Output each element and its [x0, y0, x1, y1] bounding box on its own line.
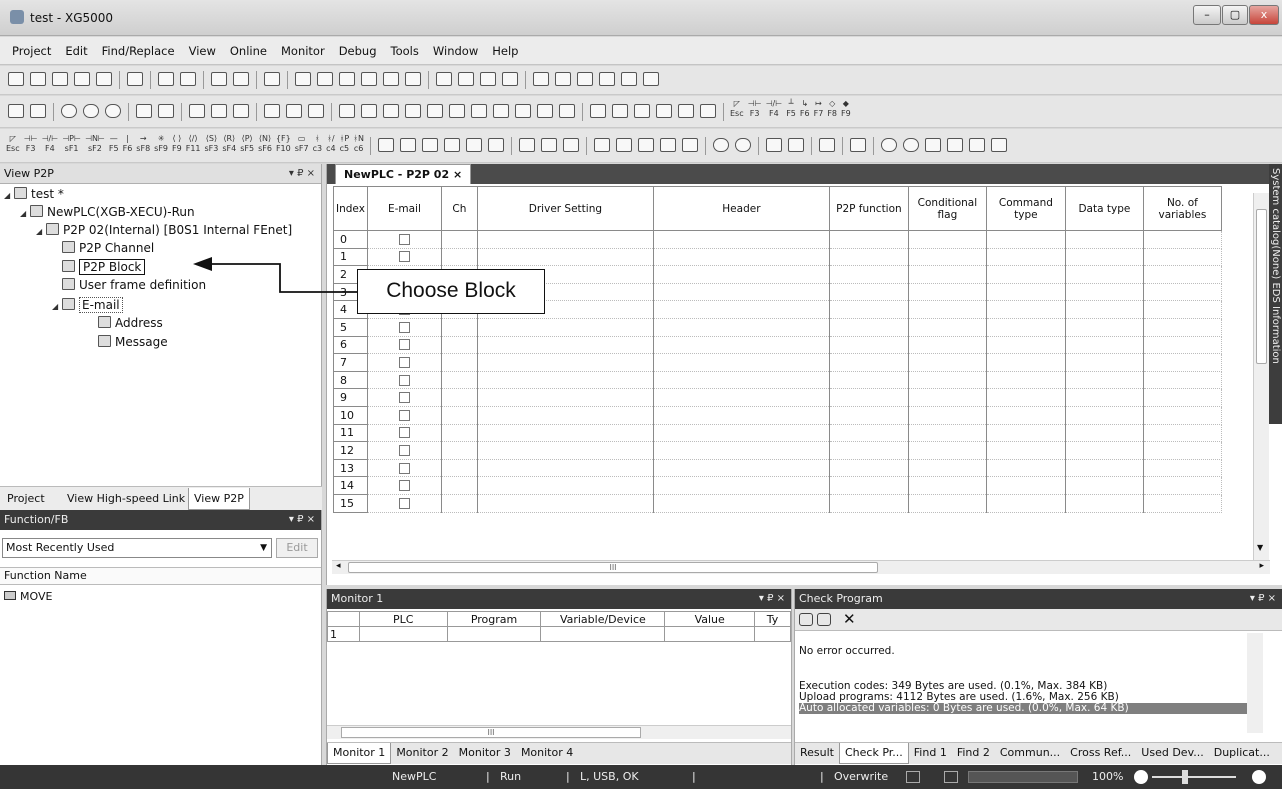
- check-program-title-bar: Check Program ▾ ₽ ×: [795, 589, 1282, 609]
- monitor-panel: Monitor 1 ▾ ₽ × PLC Program Variable/Dev…: [326, 589, 792, 765]
- monitor-cell[interactable]: [754, 626, 791, 642]
- check-program-output: No error occurred. Execution codes: 349 …: [799, 646, 1249, 714]
- tab-result[interactable]: Result: [795, 743, 839, 763]
- monitor-col-type: Ty: [754, 611, 791, 627]
- monitor-cell[interactable]: [446, 626, 542, 642]
- zoom-slider-thumb[interactable]: [1182, 770, 1188, 784]
- check-program-toolbar: ✕: [795, 609, 1282, 631]
- status-separator: |: [486, 770, 490, 783]
- status-separator: |: [692, 770, 696, 783]
- monitor-title: Monitor 1: [331, 592, 384, 605]
- tab-monitor-3[interactable]: Monitor 3: [454, 743, 516, 763]
- tab-find-2[interactable]: Find 2: [952, 743, 995, 763]
- zoom-out-button[interactable]: [1134, 770, 1148, 784]
- status-indicator-icon: [944, 771, 958, 783]
- tab-find-1[interactable]: Find 1: [909, 743, 952, 763]
- output-line: No error occurred.: [799, 645, 895, 657]
- check-run-icon[interactable]: [799, 613, 813, 626]
- output-line-selected: Auto allocated variables: 0 Bytes are us…: [799, 703, 1249, 714]
- monitor-col-plc: PLC: [358, 611, 448, 627]
- output-blank-line: [799, 657, 1249, 681]
- monitor-tabs: Monitor 1 Monitor 2 Monitor 3 Monitor 4: [327, 742, 791, 764]
- monitor-scroll-thumb[interactable]: III: [341, 727, 641, 738]
- status-separator: |: [566, 770, 570, 783]
- monitor-cell[interactable]: [358, 626, 448, 642]
- choose-block-callout: Choose Block: [357, 269, 545, 314]
- zoom-level: 100%: [1092, 770, 1124, 783]
- table-row[interactable]: 1: [327, 626, 791, 642]
- monitor-cell[interactable]: [664, 626, 756, 642]
- check-program-panel: Check Program ▾ ₽ × ✕ No error occurred.…: [794, 589, 1282, 765]
- monitor-table: PLC Program Variable/Device Value Ty 1: [327, 611, 791, 642]
- status-plc-name: NewPLC: [392, 770, 437, 783]
- status-indicator-icon: [906, 771, 920, 783]
- monitor-title-bar: Monitor 1 ▾ ₽ ×: [327, 589, 791, 609]
- monitor-row-number: 1: [327, 626, 360, 642]
- tab-duplicate[interactable]: Duplicat...: [1209, 743, 1275, 763]
- tab-monitor-1[interactable]: Monitor 1: [327, 743, 392, 764]
- status-connection: L, USB, OK: [580, 770, 639, 783]
- check-program-title: Check Program: [799, 592, 883, 605]
- zoom-slider[interactable]: [1152, 776, 1236, 778]
- tab-cross-ref[interactable]: Cross Ref...: [1065, 743, 1136, 763]
- check-program-controls[interactable]: ▾ ₽ ×: [1250, 589, 1276, 609]
- monitor-row-header-cell: [327, 611, 360, 627]
- status-separator: |: [820, 770, 824, 783]
- monitor-cell[interactable]: [540, 626, 666, 642]
- tab-monitor-4[interactable]: Monitor 4: [516, 743, 578, 763]
- status-progress-icon: [968, 771, 1078, 783]
- monitor-header-row: PLC Program Variable/Device Value Ty: [327, 611, 791, 627]
- check-program-scrollbar[interactable]: [1247, 633, 1263, 733]
- check-settings-icon[interactable]: [817, 613, 831, 626]
- clear-icon[interactable]: ✕: [843, 610, 856, 628]
- monitor-horizontal-scrollbar[interactable]: III: [327, 725, 791, 739]
- tab-check-program[interactable]: Check Pr...: [839, 743, 909, 764]
- zoom-in-button[interactable]: [1252, 770, 1266, 784]
- status-mode: Run: [500, 770, 522, 783]
- tab-used-device[interactable]: Used Dev...: [1136, 743, 1208, 763]
- result-tabs: Result Check Pr... Find 1 Find 2 Commun... Cr…: [795, 742, 1282, 764]
- tab-monitor-2[interactable]: Monitor 2: [391, 743, 453, 763]
- status-overwrite: Overwrite: [834, 770, 889, 783]
- monitor-controls[interactable]: ▾ ₽ ×: [759, 589, 785, 609]
- monitor-col-variable: Variable/Device: [540, 611, 666, 627]
- monitor-col-program: Program: [446, 611, 542, 627]
- status-bar: NewPLC | Run | L, USB, OK | | Overwrite …: [0, 765, 1282, 789]
- monitor-col-value: Value: [664, 611, 756, 627]
- tab-communication[interactable]: Commun...: [995, 743, 1065, 763]
